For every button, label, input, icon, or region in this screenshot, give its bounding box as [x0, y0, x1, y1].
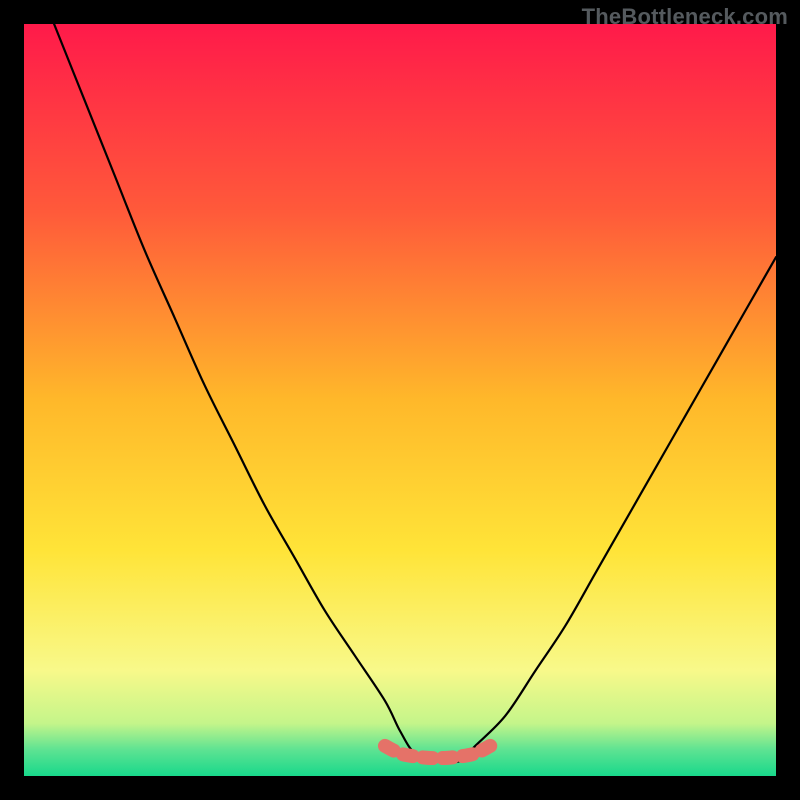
bottleneck-chart — [24, 24, 776, 776]
chart-frame — [24, 24, 776, 776]
watermark-text: TheBottleneck.com — [582, 4, 788, 30]
gradient-background — [24, 24, 776, 776]
